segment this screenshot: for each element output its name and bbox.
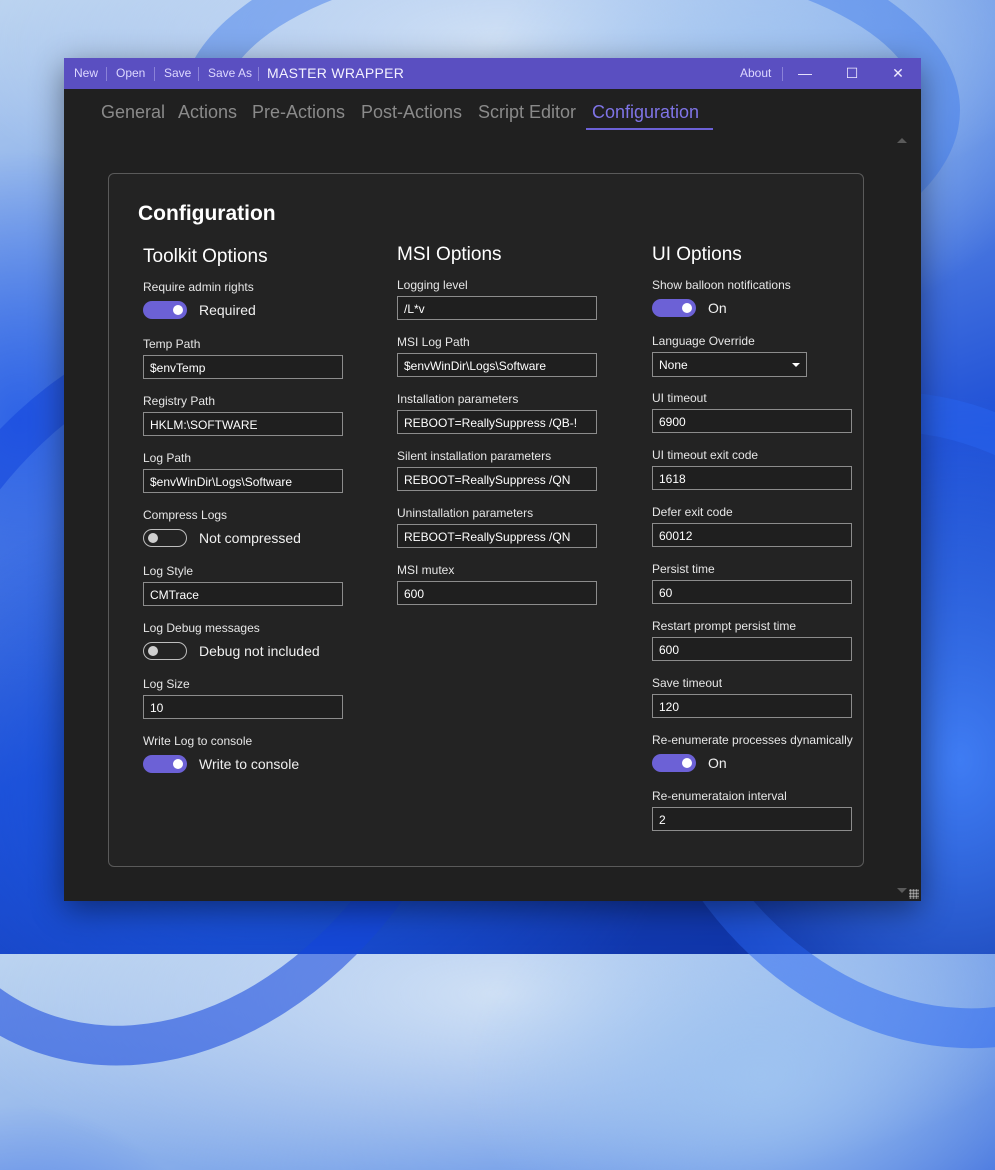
field-label: Show balloon notifications — [652, 278, 791, 292]
registry-path-input[interactable]: HKLM:\SOFTWARE — [143, 412, 343, 436]
tab-post-actions[interactable]: Post-Actions — [361, 102, 462, 123]
scroll-down-icon[interactable] — [897, 888, 907, 893]
title-bar: New Open Save Save As MASTER WRAPPER Abo… — [64, 58, 921, 89]
balloon-notifications-toggle[interactable] — [652, 299, 696, 317]
field-label: Installation parameters — [397, 392, 519, 406]
toolkit-options-column: Toolkit Options Require admin rights Req… — [143, 246, 353, 791]
save-button[interactable]: Save — [164, 66, 191, 80]
app-window: New Open Save Save As MASTER WRAPPER Abo… — [64, 58, 921, 901]
toggle-state-text: On — [708, 300, 727, 316]
tab-general[interactable]: General — [101, 102, 165, 123]
field-label: Log Size — [143, 677, 190, 691]
msi-mutex-input[interactable]: 600 — [397, 581, 597, 605]
field-label: Registry Path — [143, 394, 216, 408]
field-label: Log Style — [143, 564, 194, 578]
panel-title: Configuration — [138, 202, 276, 225]
tab-bar: General Actions Pre-Actions Post-Actions… — [64, 102, 921, 132]
section-title: Toolkit Options — [143, 246, 268, 267]
require-admin-toggle[interactable] — [143, 301, 187, 319]
log-size-input[interactable]: 10 — [143, 695, 343, 719]
ui-timeout-input[interactable]: 6900 — [652, 409, 852, 433]
separator — [198, 67, 199, 81]
temp-path-input[interactable]: $envTemp — [143, 355, 343, 379]
silent-params-input[interactable]: REBOOT=ReallySuppress /QN — [397, 467, 597, 491]
field-label: Language Override — [652, 334, 755, 348]
field-label: UI timeout — [652, 391, 707, 405]
logging-level-input[interactable]: /L*v — [397, 296, 597, 320]
field-label: Uninstallation parameters — [397, 506, 534, 520]
app-title: MASTER WRAPPER — [267, 65, 405, 81]
ui-timeout-exit-input[interactable]: 1618 — [652, 466, 852, 490]
separator — [258, 67, 259, 81]
log-debug-toggle[interactable] — [143, 642, 187, 660]
separator — [106, 67, 107, 81]
field-label: Log Path — [143, 451, 192, 465]
msi-log-path-input[interactable]: $envWinDir\Logs\Software — [397, 353, 597, 377]
chevron-down-icon — [792, 363, 800, 367]
persist-time-input[interactable]: 60 — [652, 580, 852, 604]
field-label: Silent installation parameters — [397, 449, 552, 463]
about-button[interactable]: About — [740, 66, 771, 80]
field-label: MSI mutex — [397, 563, 455, 577]
uninstall-params-input[interactable]: REBOOT=ReallySuppress /QN — [397, 524, 597, 548]
tab-configuration[interactable]: Configuration — [592, 102, 699, 123]
save-as-button[interactable]: Save As — [208, 66, 252, 80]
reenum-interval-input[interactable]: 2 — [652, 807, 852, 831]
active-tab-indicator — [586, 128, 713, 130]
toggle-state-text: On — [708, 755, 727, 771]
field-label: Logging level — [397, 278, 468, 292]
compress-logs-toggle[interactable] — [143, 529, 187, 547]
toggle-state-text: Required — [199, 302, 256, 318]
toggle-state-text: Write to console — [199, 756, 300, 772]
defer-exit-input[interactable]: 60012 — [652, 523, 852, 547]
field-label: Re-enumerate processes dynamically — [652, 733, 853, 747]
save-timeout-input[interactable]: 120 — [652, 694, 852, 718]
open-button[interactable]: Open — [116, 66, 145, 80]
field-label: Restart prompt persist time — [652, 619, 797, 633]
minimize-icon[interactable]: — — [791, 62, 819, 84]
ui-options-column: UI Options Show balloon notifications On… — [652, 244, 862, 846]
scroll-up-icon[interactable] — [897, 138, 907, 143]
log-path-input[interactable]: $envWinDir\Logs\Software — [143, 469, 343, 493]
toggle-state-text: Not compressed — [199, 530, 301, 546]
resize-grip-icon[interactable] — [909, 889, 919, 899]
restart-persist-input[interactable]: 600 — [652, 637, 852, 661]
section-title: UI Options — [652, 244, 742, 265]
field-label: Log Debug messages — [143, 621, 260, 635]
new-button[interactable]: New — [74, 66, 98, 80]
separator — [154, 67, 155, 81]
field-label: UI timeout exit code — [652, 448, 759, 462]
field-label: Temp Path — [143, 337, 201, 351]
field-label: Compress Logs — [143, 508, 228, 522]
field-label: Defer exit code — [652, 505, 733, 519]
install-params-input[interactable]: REBOOT=ReallySuppress /QB-! — [397, 410, 597, 434]
field-label: Write Log to console — [143, 734, 253, 748]
field-label: Save timeout — [652, 676, 723, 690]
maximize-icon[interactable]: ☐ — [838, 62, 866, 84]
field-label: MSI Log Path — [397, 335, 470, 349]
tab-pre-actions[interactable]: Pre-Actions — [252, 102, 345, 123]
field-label: Persist time — [652, 562, 715, 576]
configuration-panel: Configuration Toolkit Options Require ad… — [108, 173, 864, 867]
field-label: Require admin rights — [143, 280, 254, 294]
language-value: None — [659, 358, 688, 372]
close-icon[interactable]: ✕ — [884, 62, 912, 84]
separator — [782, 67, 783, 81]
msi-options-column: MSI Options Logging level /L*v MSI Log P… — [397, 244, 607, 620]
section-title: MSI Options — [397, 244, 502, 265]
write-console-toggle[interactable] — [143, 755, 187, 773]
toggle-state-text: Debug not included — [199, 643, 320, 659]
tab-script-editor[interactable]: Script Editor — [478, 102, 576, 123]
tab-actions[interactable]: Actions — [178, 102, 237, 123]
reenumerate-toggle[interactable] — [652, 754, 696, 772]
field-label: Re-enumerataion interval — [652, 789, 787, 803]
language-select[interactable]: None — [652, 352, 807, 377]
log-style-input[interactable]: CMTrace — [143, 582, 343, 606]
